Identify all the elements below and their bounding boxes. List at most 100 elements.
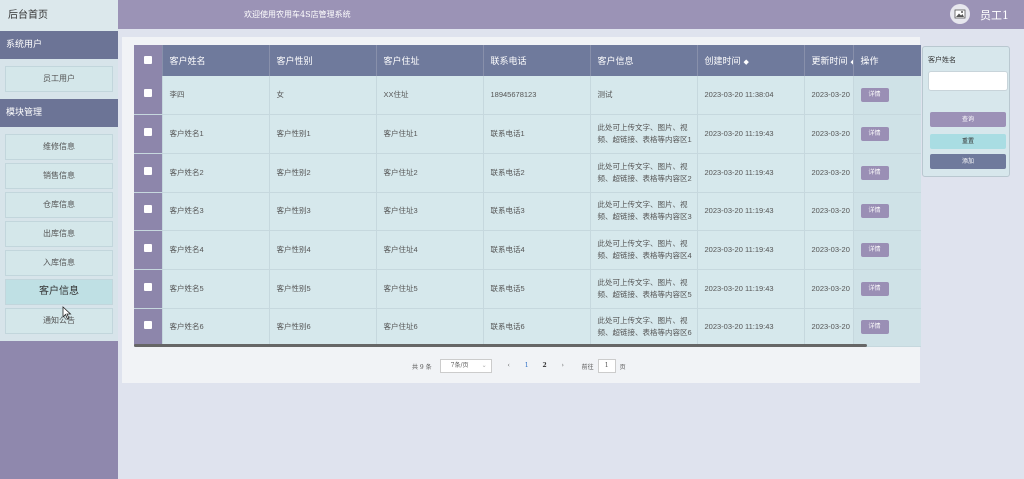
cell-name: 客户姓名6 — [162, 308, 270, 347]
column-header-gender: 客户性别 — [269, 45, 377, 76]
cell-phone: 联系电话6 — [483, 308, 591, 347]
cell-name: 客户姓名2 — [162, 153, 270, 193]
detail-button[interactable]: 详情 — [860, 281, 889, 296]
cell-updated: 2023-03-20 — [804, 192, 854, 232]
cell-name: 客户姓名1 — [162, 114, 270, 154]
cell-name: 李四 — [162, 76, 270, 116]
cell-info: 此处可上传文字、图片、视频、超链接、表格等内容区5 — [590, 269, 698, 309]
search-input[interactable] — [928, 71, 1008, 91]
detail-button[interactable]: 详情 — [860, 127, 889, 142]
cell-info: 此处可上传文字、图片、视频、超链接、表格等内容区4 — [590, 230, 698, 270]
sidebar-home-link[interactable]: 后台首页 — [0, 0, 118, 31]
cell-address: 客户住址1 — [376, 114, 484, 154]
column-header-name: 客户姓名 — [162, 45, 270, 76]
row-checkbox[interactable] — [134, 153, 163, 193]
cell-address: XX住址 — [376, 76, 484, 116]
page-button-1[interactable]: 1 — [520, 359, 534, 373]
sidebar-item-repair[interactable]: 维修信息 — [5, 134, 113, 160]
cell-gender: 女 — [269, 76, 377, 116]
sort-icon[interactable]: ◆ — [744, 59, 749, 66]
select-all-checkbox[interactable] — [134, 45, 163, 76]
cell-actions: 详情 — [853, 230, 921, 270]
row-checkbox[interactable] — [134, 114, 163, 154]
row-checkbox[interactable] — [134, 230, 163, 270]
row-checkbox[interactable] — [134, 192, 163, 232]
cell-actions: 详情 — [853, 269, 921, 309]
cell-address: 客户住址4 — [376, 230, 484, 270]
reset-button[interactable]: 重置 — [930, 134, 1006, 149]
table-row: 客户姓名4 客户性别4 客户住址4 联系电话4 此处可上传文字、图片、视频、超链接、表格… — [134, 230, 921, 270]
sidebar-item-warehouse[interactable]: 仓库信息 — [5, 192, 113, 218]
prev-page-button[interactable]: ‹ — [502, 359, 516, 373]
search-label: 客户姓名 — [928, 56, 956, 64]
cell-phone: 18945678123 — [483, 76, 591, 116]
sidebar-item-sales[interactable]: 销售信息 — [5, 163, 113, 189]
table-row: 客户姓名6 客户性别6 客户住址6 联系电话6 此处可上传文字、图片、视频、超链接、表格… — [134, 308, 921, 347]
cell-phone: 联系电话2 — [483, 153, 591, 193]
cell-created: 2023-03-20 11:19:43 — [697, 153, 805, 193]
cell-created: 2023-03-20 11:19:43 — [697, 269, 805, 309]
table-header-row: 客户姓名 客户性别 客户住址 联系电话 客户信息 创建时间◆ 更新时间◆ 操作 — [134, 45, 921, 76]
column-header-created[interactable]: 创建时间 ◆ — [697, 45, 805, 76]
cell-phone: 联系电话3 — [483, 192, 591, 232]
row-checkbox[interactable] — [134, 76, 163, 116]
row-checkbox[interactable] — [134, 308, 163, 347]
detail-button[interactable]: 详情 — [860, 320, 889, 335]
cell-name: 客户姓名3 — [162, 192, 270, 232]
horizontal-scrollbar[interactable] — [134, 344, 867, 347]
cell-gender: 客户性别4 — [269, 230, 377, 270]
detail-button[interactable]: 详情 — [860, 88, 889, 103]
page-button-2[interactable]: 2 — [538, 359, 552, 373]
cell-address: 客户住址3 — [376, 192, 484, 232]
page-size-select[interactable]: 7条/页 ⌄ — [439, 359, 492, 373]
avatar[interactable] — [950, 4, 970, 24]
cell-actions: 详情 — [853, 76, 921, 116]
cell-created: 2023-03-20 11:38:04 — [697, 76, 805, 116]
page-unit-label: 页 — [619, 363, 626, 371]
sidebar-panel-modules: 维修信息 销售信息 仓库信息 出库信息 入库信息 客户信息 通知公告 — [0, 127, 118, 341]
sidebar-item-outbound[interactable]: 出库信息 — [5, 221, 113, 247]
cell-phone: 联系电话4 — [483, 230, 591, 270]
cell-address: 客户住址2 — [376, 153, 484, 193]
image-icon — [954, 9, 966, 19]
cell-gender: 客户性别2 — [269, 153, 377, 193]
cell-created: 2023-03-20 11:19:43 — [697, 192, 805, 232]
row-checkbox[interactable] — [134, 269, 163, 309]
cell-phone: 联系电话1 — [483, 114, 591, 154]
cell-gender: 客户性别6 — [269, 308, 377, 347]
add-button[interactable]: 添加 — [930, 154, 1006, 169]
cell-created: 2023-03-20 11:19:43 — [697, 308, 805, 347]
cell-updated: 2023-03-20 — [804, 230, 854, 270]
next-page-button[interactable]: › — [556, 359, 570, 373]
cell-gender: 客户性别5 — [269, 269, 377, 309]
cell-actions: 详情 — [853, 153, 921, 193]
sidebar-section-system-users: 系统用户 — [0, 31, 118, 59]
username[interactable]: 员工1 — [980, 7, 1009, 23]
detail-button[interactable]: 详情 — [860, 165, 889, 180]
detail-button[interactable]: 详情 — [860, 204, 889, 219]
sidebar-item-customers[interactable]: 客户信息 — [5, 279, 113, 305]
sidebar-item-notices[interactable]: 通知公告 — [5, 308, 113, 334]
table-row: 客户姓名5 客户性别5 客户住址5 联系电话5 此处可上传文字、图片、视频、超链接、表格… — [134, 269, 921, 309]
column-header-actions: 操作 — [853, 45, 921, 76]
cell-actions: 详情 — [853, 192, 921, 232]
detail-button[interactable]: 详情 — [860, 243, 889, 258]
pagination: 共 9 条 7条/页 ⌄ ‹ 1 2 › 前往 1 页 — [412, 358, 626, 374]
query-button[interactable]: 查询 — [930, 112, 1006, 127]
sidebar: 后台首页 系统用户 员工用户 模块管理 维修信息 销售信息 仓库信息 出库信息 … — [0, 0, 118, 479]
column-header-updated[interactable]: 更新时间◆ — [804, 45, 854, 76]
sidebar-section-modules: 模块管理 — [0, 99, 118, 127]
sidebar-item-inbound[interactable]: 入库信息 — [5, 250, 113, 276]
sidebar-panel-users: 员工用户 — [0, 59, 118, 99]
cell-gender: 客户性别3 — [269, 192, 377, 232]
cell-updated: 2023-03-20 — [804, 153, 854, 193]
cell-address: 客户住址6 — [376, 308, 484, 347]
search-panel: 客户姓名 查询 重置 添加 — [922, 46, 1010, 177]
welcome-text: 欢迎使用农用车4S店管理系统 — [244, 10, 351, 19]
cell-info: 测试 — [590, 76, 698, 116]
cell-actions: 详情 — [853, 114, 921, 154]
column-header-address: 客户住址 — [376, 45, 484, 76]
sidebar-item-staff-users[interactable]: 员工用户 — [5, 66, 113, 92]
goto-page-input[interactable]: 1 — [597, 359, 616, 373]
total-count: 共 9 条 — [412, 363, 432, 371]
